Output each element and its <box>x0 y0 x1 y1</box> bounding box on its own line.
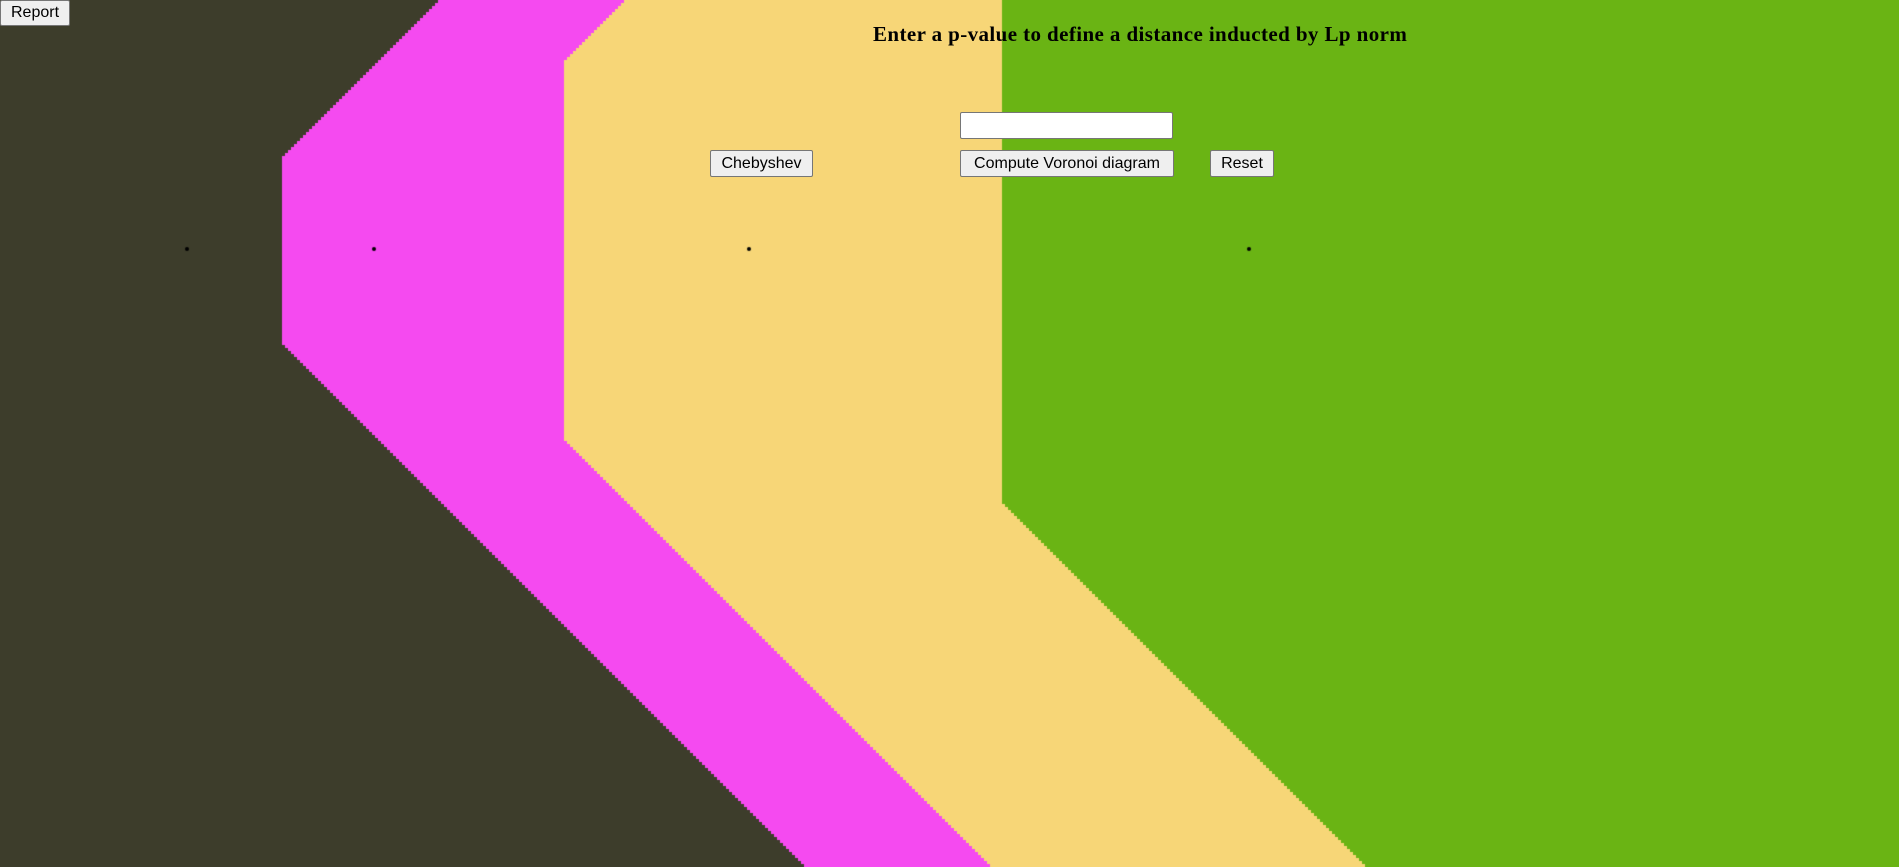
page-title: Enter a p-value to define a distance ind… <box>873 22 1408 46</box>
voronoi-diagram-canvas[interactable] <box>0 0 1899 867</box>
chebyshev-button[interactable]: Chebyshev <box>710 150 813 177</box>
p-value-input[interactable] <box>960 112 1173 139</box>
compute-voronoi-button[interactable]: Compute Voronoi diagram <box>960 150 1174 177</box>
voronoi-stage[interactable]: Report Enter a p-value to define a dista… <box>0 0 1899 867</box>
reset-button[interactable]: Reset <box>1210 150 1274 177</box>
report-button[interactable]: Report <box>0 0 70 26</box>
